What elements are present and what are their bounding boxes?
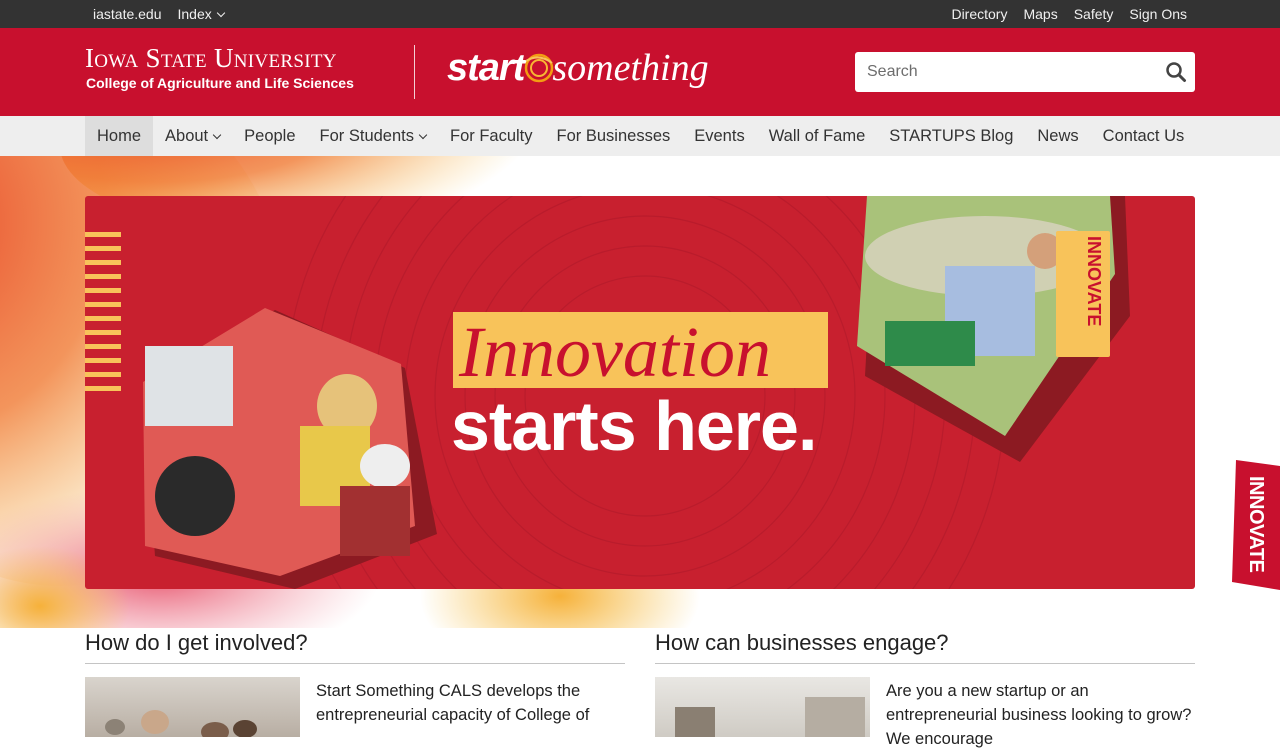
nav-contact-us[interactable]: Contact Us <box>1091 116 1197 156</box>
main-nav: Home About People For Students For Facul… <box>0 116 1280 156</box>
site-header: Iowa State University College of Agricul… <box>0 28 1280 116</box>
businesses-thumbnail[interactable] <box>655 677 870 737</box>
university-wordmark[interactable]: Iowa State University <box>85 43 337 74</box>
index-dropdown[interactable]: Index <box>177 6 225 22</box>
nav-for-students[interactable]: For Students <box>308 116 438 156</box>
utility-left-links: iastate.edu Index <box>93 6 225 22</box>
start-something-logo[interactable]: start something <box>447 40 709 96</box>
nav-news[interactable]: News <box>1025 116 1090 156</box>
top-utility-bar: iastate.edu Index Directory Maps Safety … <box>0 0 1280 28</box>
get-involved-thumbnail[interactable] <box>85 677 300 737</box>
hero-headline-innovation: Innovation <box>459 312 771 392</box>
search-box <box>855 52 1195 92</box>
nav-startups-blog[interactable]: STARTUPS Blog <box>877 116 1025 156</box>
sign-ons-link[interactable]: Sign Ons <box>1129 6 1187 22</box>
innovate-badge-label: INNOVATE <box>1084 236 1104 327</box>
swirl-logo-icon <box>525 53 554 83</box>
nav-for-businesses[interactable]: For Businesses <box>545 116 683 156</box>
utility-right-links: Directory Maps Safety Sign Ons <box>951 6 1187 22</box>
iastate-link[interactable]: iastate.edu <box>93 6 162 22</box>
chevron-down-icon <box>216 8 225 18</box>
nav-home[interactable]: Home <box>85 116 154 156</box>
nav-list: Home About People For Students For Facul… <box>85 116 1196 156</box>
nav-people[interactable]: People <box>232 116 307 156</box>
section-title-get-involved[interactable]: How do I get involved? <box>85 630 625 664</box>
chevron-down-icon <box>212 130 222 140</box>
hero-headline-starts-here: starts here. <box>451 387 817 465</box>
nav-wall-of-fame[interactable]: Wall of Fame <box>757 116 878 156</box>
chevron-down-icon <box>418 130 428 140</box>
search-icon[interactable] <box>1165 61 1187 83</box>
index-label: Index <box>177 6 212 22</box>
maps-link[interactable]: Maps <box>1023 6 1057 22</box>
innovate-side-tab-label: INNOVATE <box>1245 476 1267 573</box>
section-businesses-engage: How can businesses engage? Are you a new… <box>655 630 1195 748</box>
section-get-involved: How do I get involved? Start Something C… <box>85 630 625 737</box>
nav-about[interactable]: About <box>153 116 232 156</box>
hero-banner[interactable]: Innovation starts here. <box>85 196 1195 589</box>
brand-start: start <box>447 46 525 89</box>
nav-for-students-label: For Students <box>319 127 414 145</box>
safety-link[interactable]: Safety <box>1074 6 1114 22</box>
office-photo <box>675 697 865 737</box>
nav-events[interactable]: Events <box>682 116 756 156</box>
yellow-stripes <box>85 232 121 391</box>
students-photo <box>105 710 257 737</box>
header-divider <box>414 45 415 99</box>
nav-about-label: About <box>165 127 209 145</box>
brand-something: something <box>552 47 709 89</box>
search-input[interactable] <box>855 52 1145 92</box>
directory-link[interactable]: Directory <box>951 6 1007 22</box>
college-name[interactable]: College of Agriculture and Life Sciences <box>86 75 354 91</box>
nav-for-faculty[interactable]: For Faculty <box>438 116 545 156</box>
section-text-businesses-engage: Are you a new startup or an entrepreneur… <box>886 682 1192 748</box>
section-title-businesses-engage[interactable]: How can businesses engage? <box>655 630 1195 664</box>
